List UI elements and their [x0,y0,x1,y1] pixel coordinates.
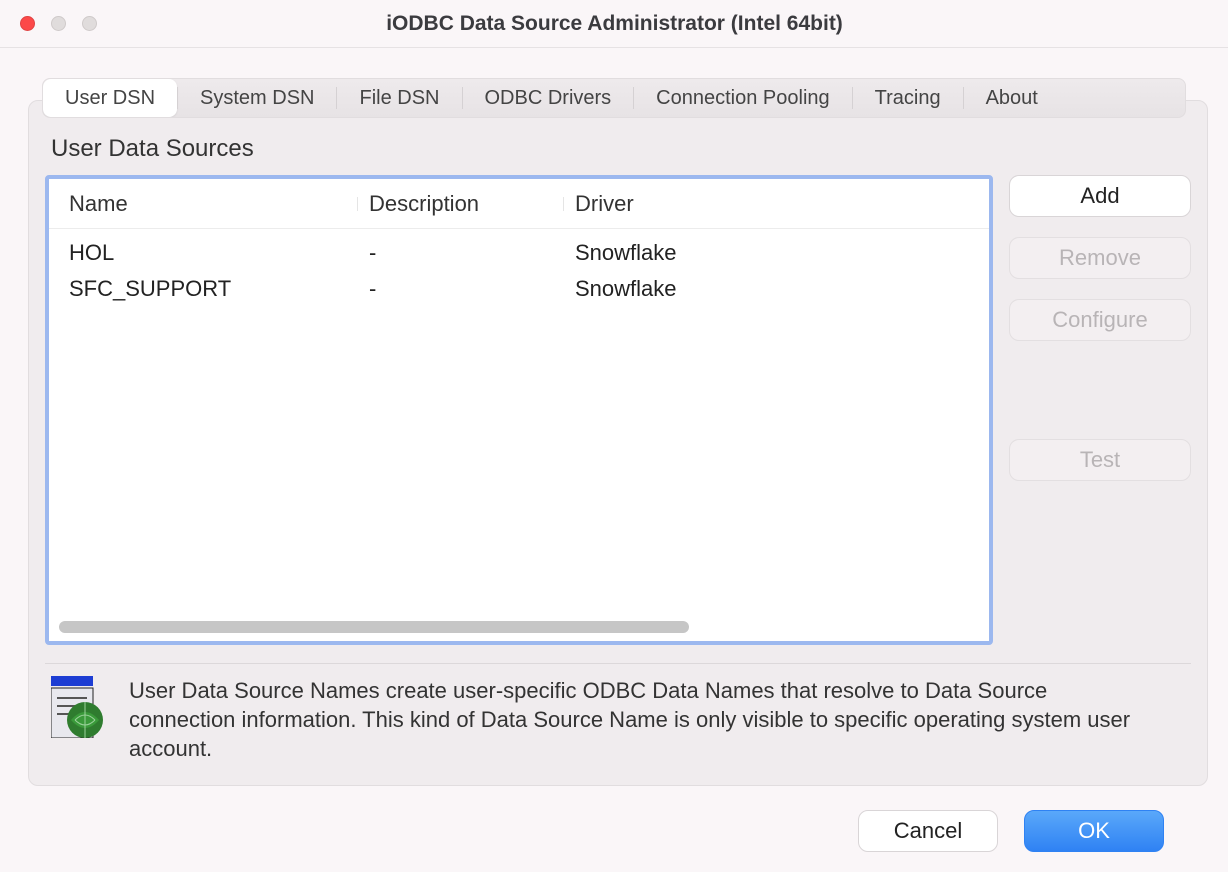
table-body: HOL - Snowflake SFC_SUPPORT - Snowflake [49,229,989,619]
tab-label: System DSN [200,87,314,110]
datasource-icon [51,676,107,738]
table-row[interactable]: SFC_SUPPORT - Snowflake [57,271,981,307]
cell-driver: Snowflake [563,276,981,302]
cancel-button[interactable]: Cancel [858,810,998,852]
tab-label: ODBC Drivers [485,87,612,110]
cell-description: - [357,240,563,266]
scrollbar-thumb[interactable] [59,621,689,633]
button-label: Configure [1052,307,1147,333]
tab-label: About [986,87,1038,110]
panel-description: User Data Source Names create user-speci… [129,676,1139,763]
panel-title: User Data Sources [51,135,1191,163]
tab-label: Tracing [875,87,941,110]
tab-connection-pooling[interactable]: Connection Pooling [634,79,851,117]
button-label: Remove [1059,245,1141,271]
configure-button: Configure [1009,299,1191,341]
button-label: Add [1080,183,1119,209]
tab-file-dsn[interactable]: File DSN [337,79,461,117]
button-label: Cancel [894,818,962,844]
button-label: Test [1080,447,1120,473]
divider [45,663,1191,664]
cell-name: HOL [57,240,357,266]
cell-driver: Snowflake [563,240,981,266]
window-title: iODBC Data Source Administrator (Intel 6… [59,12,1170,36]
tab-label: User DSN [65,87,155,110]
dsn-table[interactable]: Name Description Driver HOL - Snowflake … [45,175,993,645]
tab-about[interactable]: About [964,79,1060,117]
tab-label: Connection Pooling [656,87,829,110]
tab-odbc-drivers[interactable]: ODBC Drivers [463,79,634,117]
add-button[interactable]: Add [1009,175,1191,217]
button-label: OK [1078,818,1110,844]
tab-bar: User DSN System DSN File DSN ODBC Driver… [42,78,1186,118]
tab-user-dsn[interactable]: User DSN [43,79,177,117]
table-header: Name Description Driver [49,179,989,229]
column-header-name[interactable]: Name [57,191,357,217]
tab-system-dsn[interactable]: System DSN [178,79,336,117]
close-icon[interactable] [20,16,35,31]
tab-label: File DSN [359,87,439,110]
tab-tracing[interactable]: Tracing [853,79,963,117]
user-dsn-panel: User Data Sources Name Description Drive… [28,100,1208,786]
remove-button: Remove [1009,237,1191,279]
dialog-footer: Cancel OK [28,786,1200,852]
titlebar: iODBC Data Source Administrator (Intel 6… [0,0,1228,48]
side-buttons: Add Remove Configure Test [1009,175,1191,645]
column-header-driver[interactable]: Driver [563,191,981,217]
horizontal-scrollbar[interactable] [49,619,989,641]
cell-description: - [357,276,563,302]
cell-name: SFC_SUPPORT [57,276,357,302]
table-row[interactable]: HOL - Snowflake [57,235,981,271]
column-header-description[interactable]: Description [357,191,563,217]
ok-button[interactable]: OK [1024,810,1164,852]
test-button: Test [1009,439,1191,481]
